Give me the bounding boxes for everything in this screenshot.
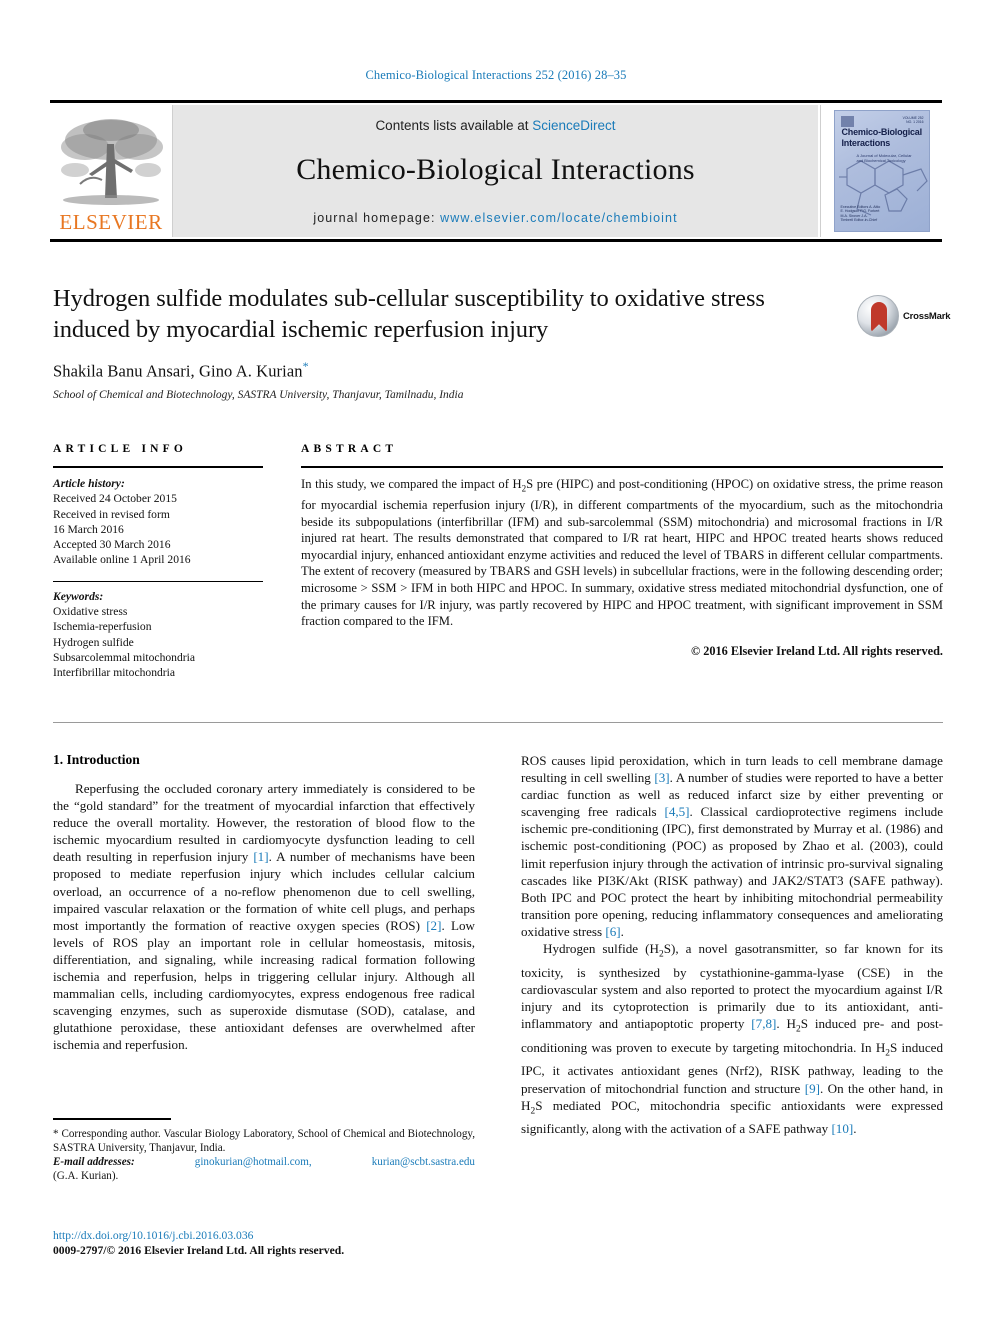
info-abstract-region: ARTICLE INFO Article history: Received 2… [53, 443, 943, 681]
footnote-block: * Corresponding author. Vascular Biology… [53, 1118, 475, 1184]
abstract-rule [301, 466, 943, 468]
keyword-item: Oxidative stress [53, 605, 128, 619]
masthead-rule-top [50, 100, 942, 103]
keywords-rule [53, 580, 263, 582]
sciencedirect-link[interactable]: ScienceDirect [532, 118, 615, 133]
title-block: Hydrogen sulfide modulates sub-cellular … [53, 283, 843, 401]
crossmark-badge-group[interactable]: CrossMark [857, 293, 951, 339]
right-column: ROS causes lipid peroxidation, which in … [521, 752, 943, 1137]
paper-page: Chemico-Biological Interactions 252 (201… [0, 0, 992, 1323]
abstract-column: ABSTRACT In this study, we compared the … [301, 443, 943, 681]
history-item: 16 March 2016 [53, 522, 124, 536]
history-item: Available online 1 April 2016 [53, 553, 191, 567]
email-attribution: (G.A. Kurian). [53, 1170, 119, 1183]
article-info-heading: ARTICLE INFO [53, 443, 188, 455]
email-link-1[interactable]: ginokurian@hotmail.com, [195, 1155, 312, 1169]
crossmark-label: CrossMark [903, 310, 951, 322]
column-gap [263, 443, 301, 681]
left-column: 1. Introduction Reperfusing the occluded… [53, 752, 475, 1137]
history-item: Received 24 October 2015 [53, 492, 177, 506]
article-title: Hydrogen sulfide modulates sub-cellular … [53, 285, 765, 343]
intro-paragraph-right-2: Hydrogen sulfide (H2S), a novel gasotran… [521, 941, 944, 1137]
history-item: Accepted 30 March 2016 [53, 538, 171, 552]
article-info-column: ARTICLE INFO Article history: Received 2… [53, 443, 263, 681]
email-label: E-mail addresses: [53, 1156, 135, 1169]
keywords-body: Keywords: Oxidative stress Ischemia-repe… [53, 589, 263, 681]
email-link-2[interactable]: kurian@scbt.sastra.edu [372, 1155, 475, 1169]
abstract-text: In this study, we compared the impact of… [301, 477, 943, 629]
cover-editors: Executive Editors A. Aitio E. Hodgson P.… [840, 204, 881, 223]
keyword-item: Interfibrillar mitochondria [53, 666, 176, 680]
elsevier-wordmark: ELSEVIER [59, 210, 163, 234]
keyword-item: Ischemia-reperfusion [53, 620, 152, 634]
keywords-label: Keywords: [53, 589, 104, 603]
introduction-heading: 1. Introduction [53, 752, 140, 767]
article-info-rule [53, 466, 263, 468]
running-head: Chemico-Biological Interactions 252 (201… [365, 68, 627, 82]
cover-title-line2: Interactions [841, 138, 891, 148]
keyword-item: Subsarcolemmal mitochondria [53, 650, 195, 664]
homepage-url-link[interactable]: www.elsevier.com/locate/chembioint [440, 211, 678, 225]
cover-subtitle: A Journal of Molecular, Cellular and Bio… [856, 153, 912, 163]
journal-masthead: ELSEVIER Contents lists available at Sci… [50, 100, 942, 242]
keywords-block: Keywords: Oxidative stress Ischemia-repe… [53, 580, 263, 681]
intro-paragraph-right-1: ROS causes lipid peroxidation, which in … [521, 753, 944, 939]
article-history-label: Article history: [53, 477, 125, 490]
corresponding-author-marker: * [302, 359, 309, 373]
bottom-block: http://dx.doi.org/10.1016/j.cbi.2016.03.… [53, 1228, 483, 1258]
article-history: Article history: Received 24 October 201… [53, 476, 263, 568]
author-names: Shakila Banu Ansari, Gino A. Kurian [53, 361, 303, 381]
elsevier-logo: ELSEVIER [50, 105, 173, 237]
contents-prefix: Contents lists available at [375, 118, 533, 133]
elsevier-tree-icon [55, 114, 167, 212]
footnote-rule [53, 1118, 171, 1120]
issn-copyright: 0009-2797/© 2016 Elsevier Ireland Ltd. A… [53, 1244, 345, 1257]
history-item: Received in revised form [53, 507, 170, 521]
section-divider [53, 722, 943, 723]
masthead-rule-bottom [50, 239, 942, 242]
affiliation: School of Chemical and Biotechnology, SA… [53, 388, 464, 401]
email-addresses-row: E-mail addresses: ginokurian@hotmail.com… [53, 1155, 475, 1169]
body-column-gap [475, 752, 521, 1137]
cover-title-line1: Chemico-Biological [841, 127, 923, 137]
abstract-copyright: © 2016 Elsevier Ireland Ltd. All rights … [690, 643, 943, 658]
cover-image: VOLUME 252 NO. 1 2016 Chemico-Biological I… [833, 110, 930, 232]
contents-available-line: Contents lists available at ScienceDirec… [375, 118, 615, 133]
crossmark-icon [857, 295, 899, 337]
journal-title: Chemico-Biological Interactions [296, 153, 695, 186]
journal-cover-thumbnail[interactable]: VOLUME 252 NO. 1 2016 Chemico-Biological I… [820, 105, 942, 237]
intro-paragraph-left: Reperfusing the occluded coronary artery… [53, 781, 475, 1053]
cover-volume-info: VOLUME 252 NO. 1 2016 [902, 116, 924, 125]
keyword-item: Hydrogen sulfide [53, 635, 134, 649]
abstract-heading: ABSTRACT [301, 443, 398, 455]
author-list: Shakila Banu Ansari, Gino A. Kurian* [53, 359, 843, 382]
journal-homepage-line: journal homepage: www.elsevier.com/locat… [313, 211, 677, 225]
doi-link[interactable]: http://dx.doi.org/10.1016/j.cbi.2016.03.… [53, 1228, 483, 1243]
cover-title: Chemico-Biological Interactions [841, 127, 923, 149]
cover-publisher-mark-icon [840, 116, 854, 127]
body-columns: 1. Introduction Reperfusing the occluded… [53, 752, 943, 1137]
homepage-label: journal homepage: [313, 211, 441, 225]
corresponding-author-note: * Corresponding author. Vascular Biology… [53, 1127, 475, 1154]
masthead-center: Contents lists available at ScienceDirec… [173, 105, 818, 237]
